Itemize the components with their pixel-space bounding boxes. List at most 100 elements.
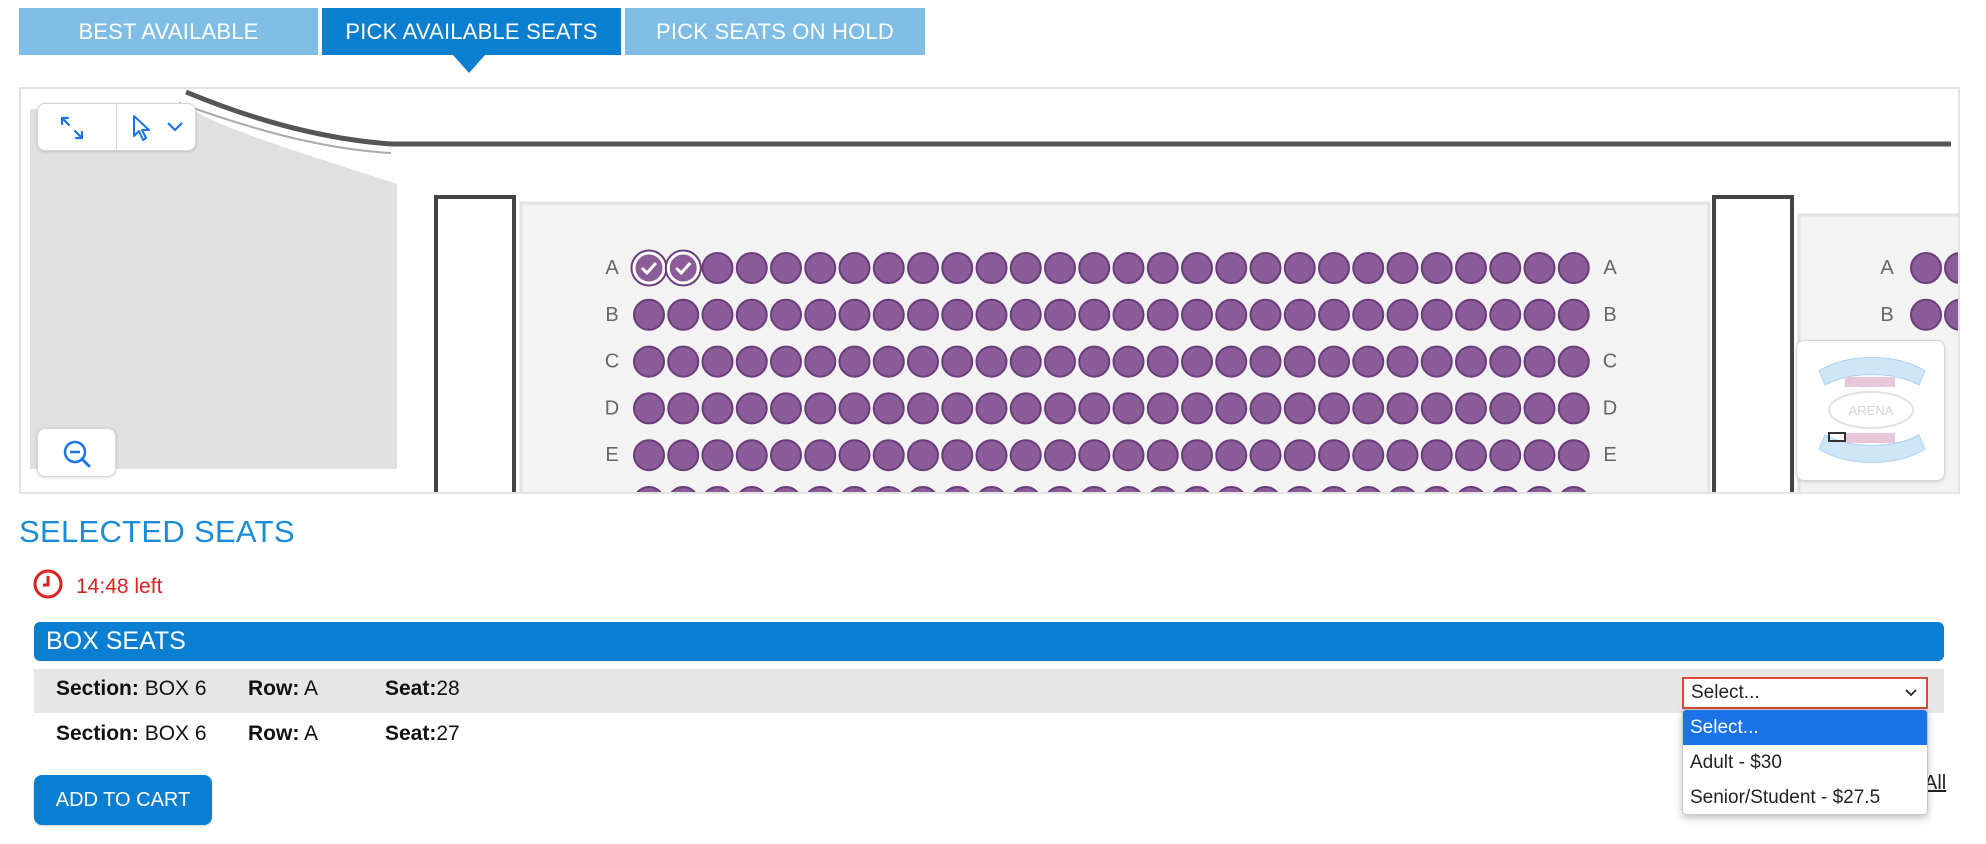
seat[interactable] [1352, 252, 1385, 284]
seat[interactable] [1078, 392, 1111, 425]
seat[interactable] [1420, 439, 1453, 472]
seat[interactable] [1352, 298, 1385, 331]
seat[interactable] [1557, 392, 1590, 425]
seat[interactable] [1215, 439, 1248, 472]
seat[interactable] [1489, 252, 1522, 284]
seat[interactable] [1420, 392, 1453, 425]
seat[interactable] [941, 392, 974, 425]
seat[interactable] [838, 345, 871, 378]
seat[interactable] [1557, 252, 1590, 284]
seat[interactable] [1420, 298, 1453, 331]
seat[interactable] [1146, 252, 1179, 284]
seat[interactable] [1215, 345, 1248, 378]
seat[interactable] [1352, 392, 1385, 425]
seat[interactable] [633, 298, 665, 331]
seat[interactable] [1318, 392, 1350, 425]
seat[interactable] [941, 252, 974, 284]
seat[interactable] [1910, 252, 1942, 284]
seat[interactable] [770, 252, 802, 284]
add-to-cart-button[interactable]: ADD TO CART [34, 775, 212, 825]
seat[interactable] [1146, 298, 1179, 331]
seat[interactable] [1112, 345, 1145, 378]
seat[interactable] [1283, 392, 1316, 425]
seat[interactable] [1523, 345, 1556, 378]
seat[interactable] [1386, 252, 1419, 284]
seat[interactable] [1420, 345, 1453, 378]
arena-minimap[interactable]: ARENA [1796, 340, 1945, 481]
seat[interactable] [907, 345, 939, 378]
seat[interactable] [1249, 439, 1282, 472]
seat[interactable] [735, 439, 768, 472]
seat[interactable] [804, 252, 837, 284]
seat[interactable] [1249, 345, 1282, 378]
seat[interactable] [872, 392, 905, 425]
seat[interactable] [1181, 252, 1213, 284]
seat-map-canvas[interactable]: A A B B C C D D E E A B [21, 89, 1960, 494]
option-select[interactable]: Select... [1683, 710, 1927, 745]
tab-best-available[interactable]: BEST AVAILABLE [19, 8, 318, 55]
seat[interactable] [1523, 298, 1556, 331]
seat[interactable] [838, 252, 871, 284]
seat[interactable] [1044, 298, 1076, 331]
seat[interactable] [907, 439, 939, 472]
seat[interactable] [1009, 392, 1042, 425]
seat[interactable] [667, 392, 700, 425]
seat[interactable] [1386, 392, 1419, 425]
seat[interactable] [838, 392, 871, 425]
seat[interactable] [1318, 345, 1350, 378]
seat[interactable] [1455, 252, 1487, 284]
seat[interactable] [804, 392, 837, 425]
seat[interactable] [1044, 252, 1076, 284]
seat[interactable] [1523, 392, 1556, 425]
seat[interactable] [633, 392, 665, 425]
seat[interactable] [667, 439, 700, 472]
zoom-out-button[interactable] [37, 428, 116, 477]
seat[interactable] [1146, 392, 1179, 425]
seat[interactable] [1146, 345, 1179, 378]
seat[interactable] [1112, 392, 1145, 425]
seat[interactable] [701, 392, 734, 425]
seat[interactable] [770, 439, 802, 472]
seat[interactable] [667, 345, 700, 378]
seat[interactable] [804, 298, 837, 331]
seat[interactable] [1215, 298, 1248, 331]
seat[interactable] [838, 439, 871, 472]
seat[interactable] [770, 345, 802, 378]
seat[interactable] [1283, 345, 1316, 378]
seat[interactable] [701, 298, 734, 331]
seat[interactable] [1078, 345, 1111, 378]
tab-pick-available-seats[interactable]: PICK AVAILABLE SEATS [322, 8, 621, 55]
seat[interactable] [1181, 298, 1213, 331]
seat[interactable] [872, 345, 905, 378]
seat[interactable] [1318, 298, 1350, 331]
seat[interactable] [872, 439, 905, 472]
seat[interactable] [1249, 298, 1282, 331]
seat[interactable] [1352, 345, 1385, 378]
seat[interactable] [1009, 439, 1042, 472]
seat[interactable] [1215, 392, 1248, 425]
seat[interactable] [1181, 345, 1213, 378]
seat[interactable] [1455, 392, 1487, 425]
price-type-select[interactable]: Select... [1682, 677, 1928, 709]
seat[interactable] [1249, 252, 1282, 284]
option-senior-student[interactable]: Senior/Student - $27.5 [1683, 780, 1927, 814]
seat[interactable] [701, 345, 734, 378]
seat[interactable] [1455, 439, 1487, 472]
seat[interactable] [975, 392, 1008, 425]
seat[interactable] [1044, 345, 1076, 378]
seat[interactable] [1009, 345, 1042, 378]
seat[interactable] [1910, 298, 1942, 331]
seat[interactable] [1044, 392, 1076, 425]
seat[interactable] [1215, 252, 1248, 284]
seat[interactable] [770, 392, 802, 425]
seat[interactable] [1181, 439, 1213, 472]
seat[interactable] [907, 392, 939, 425]
seat[interactable] [1523, 252, 1556, 284]
seat[interactable] [907, 252, 939, 284]
seat[interactable] [701, 252, 734, 284]
seat[interactable] [735, 252, 768, 284]
seat[interactable] [1078, 252, 1111, 284]
seat[interactable] [1557, 345, 1590, 378]
seat-selected[interactable] [666, 251, 700, 285]
seat[interactable] [1557, 439, 1590, 472]
